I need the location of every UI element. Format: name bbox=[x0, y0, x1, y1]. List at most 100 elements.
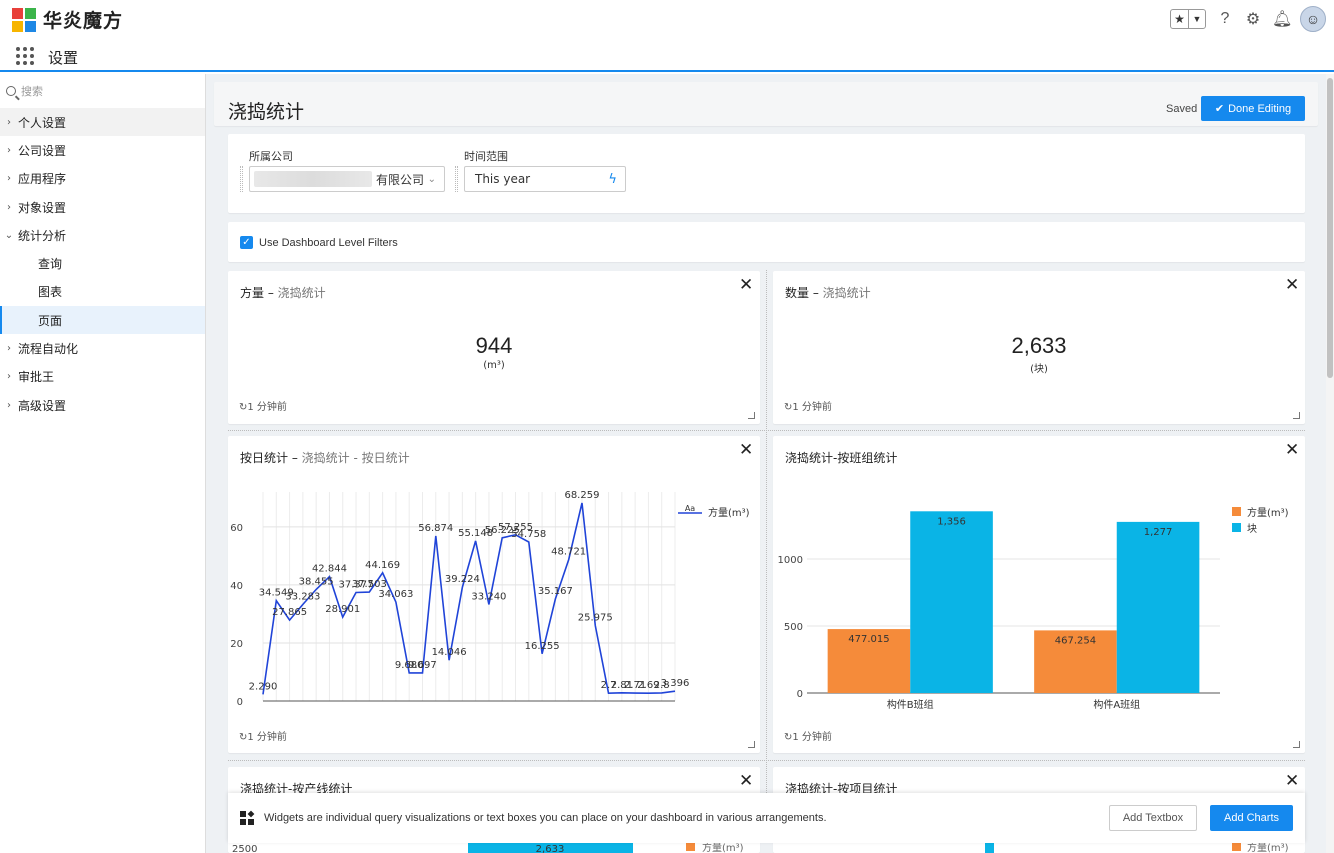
data-label: 42.844 bbox=[312, 564, 347, 575]
search-placeholder: 搜索 bbox=[21, 85, 43, 98]
chevron-right-icon: › bbox=[7, 201, 11, 213]
data-label: 35.167 bbox=[538, 586, 573, 597]
chevron-right-icon: › bbox=[7, 116, 11, 128]
gear-icon[interactable]: ⚙ bbox=[1244, 9, 1262, 29]
sidebar-item-charts[interactable]: 图表 bbox=[0, 278, 205, 306]
bar-value-label: 1,356 bbox=[937, 516, 966, 527]
app-bar: 设置 bbox=[0, 40, 1334, 72]
chevron-right-icon: › bbox=[7, 173, 11, 185]
search-input[interactable]: 搜索 bbox=[0, 74, 205, 108]
star-icon: ★ bbox=[1171, 10, 1189, 28]
widgets-info-bar: Widgets are individual query visualizati… bbox=[228, 793, 1305, 843]
data-label: 44.169 bbox=[365, 560, 400, 571]
sidebar-item-label: 公司设置 bbox=[18, 143, 67, 158]
data-label: 25.975 bbox=[578, 613, 613, 624]
sidebar-item-label: 高级设置 bbox=[18, 398, 67, 413]
data-label: 2.290 bbox=[249, 681, 278, 692]
close-icon[interactable]: ✕ bbox=[1285, 276, 1299, 293]
chevron-right-icon: › bbox=[7, 399, 11, 411]
row-separator bbox=[228, 760, 1305, 761]
close-icon[interactable]: ✕ bbox=[739, 772, 753, 789]
resize-handle-icon[interactable] bbox=[748, 412, 755, 419]
dashboard-filter-checkbox[interactable]: ✓ bbox=[240, 236, 253, 249]
drag-handle-icon[interactable] bbox=[240, 166, 243, 192]
scrollbar[interactable] bbox=[1326, 74, 1334, 853]
refresh-status[interactable]: ↻1 分钟前 bbox=[784, 398, 832, 413]
bar bbox=[1116, 521, 1200, 693]
top-bar: 华炎魔方 ★ ▼ ? ⚙ 🔔︎ ☺ bbox=[0, 0, 1334, 40]
sidebar-item-analytics[interactable]: ⌄ 统计分析 bbox=[0, 221, 205, 249]
data-label: 68.259 bbox=[564, 490, 599, 501]
widget-title: 方量 – 浇捣统计 bbox=[240, 286, 326, 300]
bell-icon[interactable]: 🔔︎ bbox=[1272, 9, 1292, 29]
done-editing-button[interactable]: ✔ Done Editing bbox=[1201, 96, 1305, 121]
refresh-status[interactable]: ↻1 分钟前 bbox=[784, 728, 832, 743]
y-tick-label: 20 bbox=[230, 639, 243, 650]
data-label: 3.396 bbox=[661, 678, 690, 689]
scrollbar-thumb[interactable] bbox=[1327, 78, 1333, 378]
sidebar-item-workflow[interactable]: › 流程自动化 bbox=[0, 334, 205, 362]
sidebar-item-label: 审批王 bbox=[18, 370, 55, 385]
company-filter-value: 有限公司 bbox=[376, 172, 425, 187]
metric-unit: (块) bbox=[1030, 364, 1048, 375]
sidebar-item-label: 流程自动化 bbox=[18, 342, 79, 357]
sidebar-item-company[interactable]: › 公司设置 bbox=[0, 136, 205, 164]
refresh-status[interactable]: ↻1 分钟前 bbox=[239, 728, 287, 743]
data-label: 9.697 bbox=[408, 660, 437, 671]
data-label: 54.758 bbox=[511, 529, 546, 540]
lightning-icon[interactable]: ϟ bbox=[608, 172, 617, 187]
y-tick-label: 0 bbox=[797, 689, 803, 700]
category-label: 构件A班组 bbox=[1093, 698, 1140, 711]
close-icon[interactable]: ✕ bbox=[739, 276, 753, 293]
refresh-status[interactable]: ↻1 分钟前 bbox=[239, 398, 287, 413]
sidebar-item-label: 应用程序 bbox=[18, 172, 67, 187]
y-tick-label: 40 bbox=[230, 581, 243, 592]
bar-value-label: 467.254 bbox=[1055, 635, 1096, 646]
sidebar-item-apps[interactable]: › 应用程序 bbox=[0, 165, 205, 193]
bar bbox=[910, 511, 993, 693]
sidebar-item-approval[interactable]: › 审批王 bbox=[0, 363, 205, 391]
company-filter-select[interactable]: 有限公司 ⌄ bbox=[249, 166, 445, 192]
add-charts-button[interactable]: Add Charts bbox=[1210, 805, 1293, 831]
resize-handle-icon[interactable] bbox=[1293, 741, 1300, 748]
time-filter-select[interactable]: This year ϟ bbox=[464, 166, 626, 192]
page-header bbox=[214, 82, 1318, 126]
chevron-down-icon: ⌄ bbox=[427, 173, 436, 185]
close-icon[interactable]: ✕ bbox=[739, 441, 753, 458]
sidebar-item-queries[interactable]: 查询 bbox=[0, 249, 205, 277]
resize-handle-icon[interactable] bbox=[1293, 412, 1300, 419]
time-filter-value: This year bbox=[475, 172, 531, 186]
sidebar-item-objects[interactable]: › 对象设置 bbox=[0, 193, 205, 221]
sidebar-item-label: 统计分析 bbox=[18, 228, 67, 243]
chevron-down-icon: ⌄ bbox=[4, 229, 14, 241]
resize-handle-icon[interactable] bbox=[748, 741, 755, 748]
favorites-button[interactable]: ★ ▼ bbox=[1170, 9, 1206, 29]
brand-logo[interactable]: 华炎魔方 bbox=[12, 6, 123, 33]
add-textbox-button[interactable]: Add Textbox bbox=[1109, 805, 1197, 831]
logo-icon bbox=[12, 7, 36, 32]
drag-handle-icon[interactable] bbox=[455, 166, 458, 192]
column-separator bbox=[766, 270, 767, 793]
close-icon[interactable]: ✕ bbox=[1285, 441, 1299, 458]
bar-value-label: 1,277 bbox=[1144, 527, 1173, 538]
close-icon[interactable]: ✕ bbox=[1285, 772, 1299, 789]
sidebar-item-pages[interactable]: 页面 bbox=[0, 306, 205, 335]
sidebar-item-label: 查询 bbox=[38, 257, 63, 272]
widget-title: 浇捣统计-按班组统计 bbox=[785, 451, 898, 465]
y-tick-label: 2500 bbox=[232, 844, 257, 853]
chevron-right-icon: › bbox=[7, 371, 11, 383]
saved-status: Saved bbox=[1166, 103, 1198, 115]
data-label: 33.283 bbox=[285, 591, 320, 602]
metric-value: 944 bbox=[475, 333, 513, 358]
sidebar-item-advanced[interactable]: › 高级设置 bbox=[0, 391, 205, 419]
bar-value-label: 2,633 bbox=[536, 844, 565, 853]
brand-name: 华炎魔方 bbox=[43, 10, 124, 32]
app-launcher-icon[interactable] bbox=[16, 47, 34, 65]
sidebar-item-label: 图表 bbox=[38, 285, 63, 300]
top-right-actions: ★ ▼ ? ⚙ 🔔︎ ☺ bbox=[1170, 6, 1326, 32]
data-label: 27.865 bbox=[272, 607, 307, 618]
sidebar-item-personal[interactable]: › 个人设置 bbox=[0, 108, 205, 137]
avatar[interactable]: ☺ bbox=[1300, 6, 1326, 32]
sidebar-item-label: 个人设置 bbox=[18, 115, 67, 130]
help-icon[interactable]: ? bbox=[1216, 10, 1234, 28]
